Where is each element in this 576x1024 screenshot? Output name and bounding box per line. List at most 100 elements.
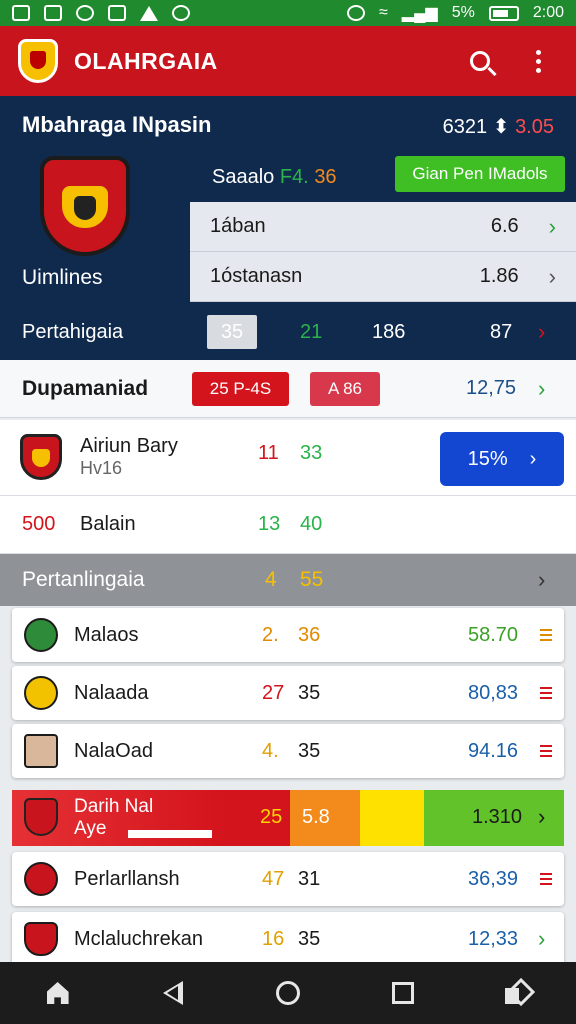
notification-icons — [12, 5, 190, 21]
filter-row-label: Dupamaniad — [22, 376, 149, 400]
system-nav-bar — [0, 962, 576, 1024]
list-item[interactable]: NalaOad 4. 35 94.16 — [12, 724, 564, 778]
match-team: Airiun Bary — [80, 435, 178, 457]
back-button[interactable] — [153, 973, 193, 1013]
gallery-icon — [12, 5, 30, 21]
apps-icon — [505, 982, 531, 1004]
list-item-value: 58.70 — [468, 623, 519, 646]
team-crest-icon — [24, 922, 58, 956]
score-a: 6321 — [442, 116, 488, 138]
team-crest-icon — [20, 434, 62, 480]
odds-button[interactable]: 15% › — [440, 432, 564, 486]
list-item-score: 16 — [262, 927, 285, 950]
panel-row-label: 1óstanasn — [210, 265, 303, 287]
highlight-line-1: Darih Nal — [74, 796, 154, 817]
cta-button[interactable]: Gian Pen IMadols — [395, 156, 565, 192]
club-logo-icon — [18, 39, 58, 83]
clock-icon — [76, 5, 94, 21]
list-item-value: 36,39 — [468, 867, 519, 890]
value-chip: 35 — [207, 315, 257, 349]
highlight-bar — [128, 830, 212, 838]
player-avatar-icon — [24, 734, 58, 768]
list-item-score: 35 — [298, 681, 321, 704]
list-item-score: 4. — [262, 739, 279, 762]
summary-number: 500 — [22, 513, 56, 535]
list-item[interactable]: Nalaada 27 35 80,83 — [12, 666, 564, 720]
summary-label: Balain — [80, 513, 136, 535]
section-value: 4 — [265, 568, 277, 591]
home-circle-button[interactable] — [268, 973, 308, 1013]
hero-stat-row[interactable]: Pertahigaia 35 21 186 87 › — [0, 312, 576, 352]
menu-icon[interactable] — [540, 873, 552, 885]
list-item-label: Mclaluchrekan — [74, 927, 203, 950]
filter-row[interactable]: Dupamaniad 25 P-4S A 86 12,75 › — [0, 360, 576, 418]
hero-scores: 6321 ⬍ 3.05 — [443, 114, 554, 139]
circle-icon — [275, 981, 300, 1005]
status-bar: ≈ ▂▄▆ 5% 2:00 — [0, 0, 576, 26]
home-button[interactable] — [38, 973, 78, 1013]
panel-row-label: 1ában — [210, 215, 266, 237]
team-badge-icon — [24, 618, 58, 652]
recents-button[interactable] — [383, 973, 423, 1013]
panel-row-value: 1.86 — [479, 265, 519, 287]
section-header[interactable]: Pertanlingaia 4 55 › — [0, 554, 576, 606]
odds-button-label: 15% — [467, 447, 508, 470]
highlight-row[interactable]: Darih Nal Aye 25 5.8 1.310 › — [12, 790, 564, 846]
system-icons: ≈ ▂▄▆ 5% 2:00 — [347, 3, 564, 23]
overflow-menu-button[interactable] — [518, 41, 558, 81]
more-vert-icon — [535, 49, 541, 73]
summary-row[interactable]: 500 Balain 13 40 — [0, 496, 576, 554]
menu-icon[interactable] — [540, 629, 552, 641]
apps-button[interactable] — [498, 973, 538, 1013]
score-b: 3.05 — [515, 116, 554, 138]
list-item[interactable]: Perlarllansh 47 31 36,39 — [12, 852, 564, 906]
chevron-right-icon: › — [548, 213, 556, 239]
list-item-value: 94.16 — [468, 739, 519, 762]
chevron-right-icon: › — [538, 804, 546, 829]
match-sub: Hv16 — [80, 458, 123, 478]
chevron-right-icon: › — [538, 375, 546, 401]
location-icon — [172, 5, 190, 21]
team-crest-icon — [24, 798, 58, 836]
panel-row[interactable]: 1óstanasn 1.86 › — [190, 252, 576, 302]
list-item[interactable]: Mclaluchrekan 16 35 12,33 › — [12, 912, 564, 966]
menu-icon[interactable] — [540, 687, 552, 699]
match-row[interactable]: Airiun Bary Hv16 11 33 15% › — [0, 420, 576, 496]
score-separator: ⬍ — [492, 116, 510, 138]
list-item[interactable]: Malaos 2. 36 58.70 — [12, 608, 564, 662]
list-item-value: 80,83 — [468, 681, 519, 704]
list-item-score: 27 — [262, 681, 285, 704]
list-item-score: 35 — [298, 739, 321, 762]
list-item-label: Malaos — [74, 623, 139, 646]
panel-row[interactable]: 1ában 6.6 › — [190, 202, 576, 252]
summary-value: 13 — [258, 513, 281, 535]
team-label: Saaalo — [212, 166, 275, 188]
alarm-icon — [347, 5, 365, 21]
menu-icon[interactable] — [540, 745, 552, 757]
signal-icon: ▂▄▆ — [401, 5, 438, 22]
app-title: OLAHRGAIA — [74, 47, 218, 74]
section-value: 55 — [300, 568, 324, 591]
battery-icon — [488, 5, 519, 21]
list-item-score: 31 — [298, 867, 321, 890]
hero-left-label: Uimlines — [22, 266, 103, 289]
section-title: Pertanlingaia — [22, 568, 145, 591]
search-button[interactable] — [460, 41, 500, 81]
chevron-right-icon[interactable]: › — [538, 926, 545, 952]
filter-row-value: 12,75 — [466, 377, 517, 399]
battery-percent: 5% — [451, 4, 475, 21]
match-score: 33 — [300, 442, 323, 464]
list-item-value: 12,33 — [468, 927, 519, 950]
square-icon — [392, 982, 415, 1004]
chevron-right-icon: › — [538, 319, 546, 344]
filter-pill[interactable]: 25 P-4S — [192, 371, 289, 406]
chevron-right-icon: › — [529, 447, 537, 470]
filter-pill[interactable]: A 86 — [310, 371, 380, 406]
match-score: 11 — [258, 442, 279, 464]
chevron-right-icon: › — [538, 567, 546, 592]
match-name: Airiun Bary Hv16 — [80, 434, 178, 480]
alert-icon — [140, 5, 158, 21]
panel-row-value: 6.6 — [490, 215, 519, 237]
summary-value: 40 — [300, 513, 323, 535]
team-summary: Saaalo F4. 36 — [212, 166, 337, 189]
